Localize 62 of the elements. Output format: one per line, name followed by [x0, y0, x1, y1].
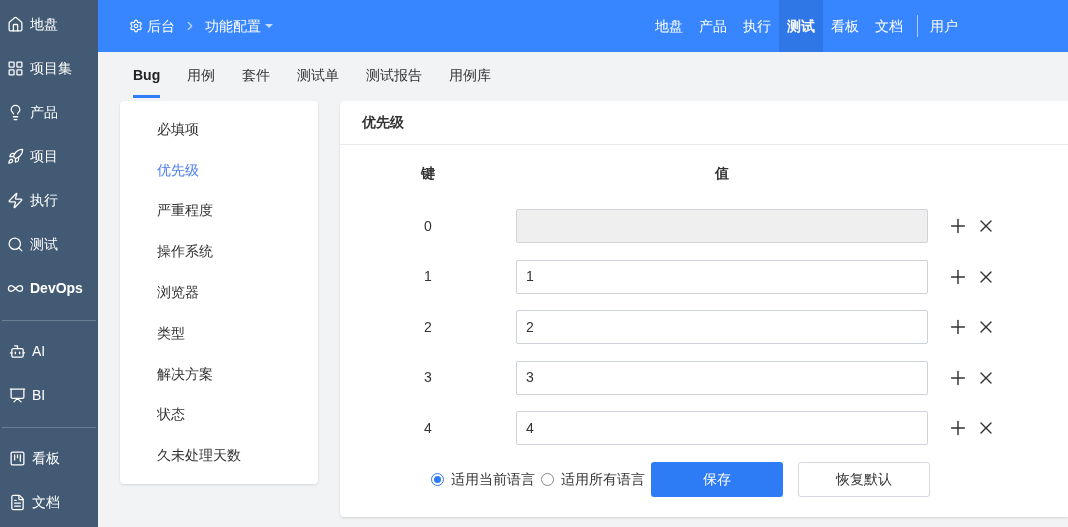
home-icon — [7, 15, 24, 33]
sidebar-item[interactable]: 项目集 — [0, 46, 98, 90]
sidebar-item[interactable]: AI — [2, 329, 96, 373]
key-text: 0 — [423, 216, 433, 236]
search-icon — [7, 235, 24, 253]
breadcrumb-root[interactable]: 后台 — [147, 15, 175, 37]
caret-icon — [265, 24, 273, 28]
nav-tab[interactable]: 执行 — [735, 0, 779, 52]
tab[interactable]: Bug — [133, 65, 161, 98]
nav-tab[interactable]: 看板 — [823, 0, 867, 52]
nav-tab[interactable]: 产品 — [691, 0, 735, 52]
nav-tab[interactable]: 测试 — [779, 0, 823, 52]
menu-item[interactable]: 久未处理天数 — [120, 435, 318, 477]
nav-tab[interactable]: 文档 — [867, 0, 911, 52]
menu-item[interactable]: 必填项 — [120, 109, 318, 150]
tab[interactable]: 用例库 — [449, 65, 492, 98]
key-text: 2 — [423, 317, 433, 337]
sidebar-item[interactable]: DevOps — [0, 266, 98, 310]
panel-title: 优先级 — [340, 101, 1068, 145]
value-field[interactable]: 2 — [516, 310, 928, 345]
menu-item[interactable]: 操作系统 — [120, 231, 318, 273]
value-field[interactable]: 4 — [516, 411, 928, 446]
tab[interactable]: 测试报告 — [366, 65, 423, 98]
grid-icon — [7, 59, 24, 77]
menu-item[interactable]: 严重程度 — [120, 190, 318, 232]
column-header: 键 — [419, 163, 436, 183]
board-icon — [9, 449, 26, 467]
tab[interactable]: 用例 — [187, 65, 216, 98]
sidebar-item[interactable]: 文档 — [2, 480, 96, 524]
value-field[interactable]: 1 — [516, 259, 928, 294]
menu-item[interactable]: 状态 — [120, 394, 318, 436]
tab[interactable]: 套件 — [242, 65, 271, 98]
presentation-icon — [9, 386, 26, 404]
menu-item[interactable]: 优先级 — [120, 149, 318, 191]
sidebar-item[interactable]: 测试 — [0, 222, 98, 266]
menu-item[interactable]: 解决方案 — [120, 353, 318, 395]
key-text: 3 — [423, 368, 433, 388]
sidebar-item[interactable]: 产品 — [0, 90, 98, 134]
sidebar-item[interactable]: BI — [2, 373, 96, 417]
menu-item[interactable]: 类型 — [120, 313, 318, 354]
tab[interactable]: 测试单 — [297, 65, 340, 98]
lightning-icon — [7, 191, 24, 209]
sidebar-item[interactable]: 看板 — [2, 436, 96, 480]
sidebar-item[interactable]: 项目 — [0, 134, 98, 178]
sidebar-item[interactable]: 执行 — [0, 178, 98, 222]
user-link[interactable]: 用户 — [924, 15, 964, 37]
key-text: 4 — [423, 418, 433, 438]
sidebar-item[interactable]: 地盘 — [0, 2, 98, 46]
nav-tab[interactable]: 地盘 — [647, 0, 691, 52]
save-button[interactable]: 保存 — [651, 461, 783, 497]
rocket-icon — [7, 147, 24, 165]
document-icon — [9, 493, 26, 511]
value-field[interactable]: 3 — [516, 360, 928, 395]
reset-button[interactable]: 恢复默认 — [798, 461, 930, 497]
radio-option[interactable]: 适用所有语言 — [541, 468, 645, 490]
robot-icon — [9, 342, 26, 360]
settings-icon — [129, 19, 143, 33]
column-header: 值 — [714, 163, 730, 183]
key-text: 1 — [423, 267, 433, 287]
radio-option[interactable]: 适用当前语言 — [431, 468, 535, 490]
menu-item[interactable]: 浏览器 — [120, 272, 318, 313]
breadcrumb-dropdown[interactable]: 功能配置 — [205, 15, 273, 37]
